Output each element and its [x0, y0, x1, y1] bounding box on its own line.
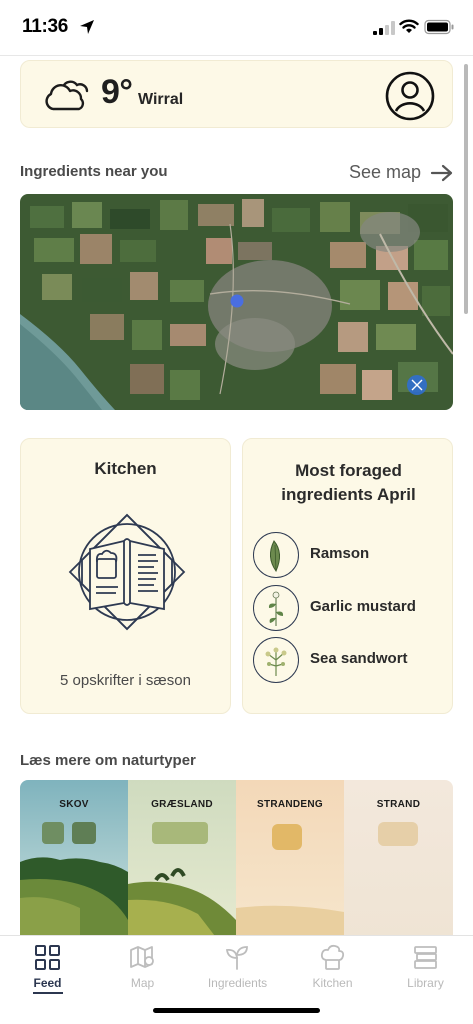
foraged-item-sea-sandwort[interactable]: Sea sandwort — [253, 637, 448, 685]
scrollbar[interactable] — [464, 64, 468, 314]
home-indicator — [153, 1008, 320, 1013]
tab-label: Feed — [33, 976, 62, 990]
most-foraged-card[interactable]: Most foraged ingredients April Ramson Ga… — [242, 438, 453, 714]
tab-feed[interactable]: Feed — [0, 936, 95, 996]
nature-type-strandeng[interactable]: STRANDENG — [236, 780, 344, 940]
sprout-icon — [225, 946, 248, 970]
nature-type-strand[interactable]: STRAND — [344, 780, 453, 940]
battery-icon — [424, 19, 454, 35]
nature-type-label: STRAND — [376, 799, 421, 810]
nature-types-carousel[interactable]: SKOV GRÆSLAND STRANDENG STRAND — [20, 780, 453, 940]
status-bar: 11:36 — [0, 0, 473, 55]
nature-type-label: SKOV — [59, 799, 89, 810]
books-icon — [414, 946, 437, 969]
signal-icon — [373, 21, 395, 35]
user-profile-icon[interactable] — [385, 71, 435, 121]
map-icon — [130, 946, 154, 968]
recipe-book-logo-icon — [68, 513, 186, 631]
location-arrow-icon — [80, 20, 94, 34]
active-tab-indicator — [33, 992, 63, 994]
status-time: 11:36 — [22, 16, 69, 37]
ramson-leaf-icon — [253, 532, 299, 578]
foraged-item-ramson[interactable]: Ramson — [253, 532, 448, 580]
temperature: 9° — [101, 73, 133, 111]
tab-map[interactable]: Map — [95, 936, 190, 996]
kitchen-card[interactable]: Kitchen 5 opskrifter i sæson — [20, 438, 231, 714]
weather-card[interactable]: 9° Wirral — [20, 60, 453, 128]
nature-type-skov[interactable]: SKOV — [20, 780, 128, 940]
tab-label: Ingredients — [207, 976, 268, 990]
arrow-right-icon[interactable] — [430, 163, 454, 183]
chef-hat-icon — [320, 944, 345, 970]
most-foraged-title: Most foraged ingredients April — [281, 461, 416, 504]
see-map-link[interactable]: See map — [349, 162, 421, 183]
garlic-mustard-icon — [253, 585, 299, 631]
tab-label: Library — [407, 976, 444, 990]
grid-icon — [35, 945, 60, 970]
tab-library[interactable]: Library — [378, 936, 473, 996]
nature-type-label: GRÆSLAND — [151, 799, 213, 810]
tab-label: Kitchen — [312, 976, 353, 990]
foraged-item-label: Ramson — [310, 545, 370, 562]
kitchen-recipe-count: 5 opskrifter i sæson — [60, 672, 191, 689]
tab-kitchen[interactable]: Kitchen — [285, 936, 380, 996]
ingredients-near-title: Ingredients near you — [20, 163, 168, 180]
tab-ingredients[interactable]: Ingredients — [190, 936, 285, 996]
tab-label: Map — [130, 976, 155, 990]
foraged-item-label: Sea sandwort — [310, 650, 408, 667]
weather-location: Wirral — [138, 91, 184, 108]
kitchen-title: Kitchen — [94, 459, 157, 478]
cloud-icon — [45, 80, 89, 111]
top-divider — [0, 55, 473, 56]
wifi-icon — [399, 19, 419, 33]
nature-types-title: Læs mere om naturtyper — [20, 752, 196, 769]
nature-type-graesland[interactable]: GRÆSLAND — [128, 780, 236, 940]
sea-sandwort-icon — [253, 637, 299, 683]
nature-type-label: STRANDENG — [256, 799, 324, 810]
foraged-item-label: Garlic mustard — [310, 598, 416, 615]
foraged-item-garlic-mustard[interactable]: Garlic mustard — [253, 585, 448, 633]
satellite-map[interactable] — [20, 194, 453, 410]
